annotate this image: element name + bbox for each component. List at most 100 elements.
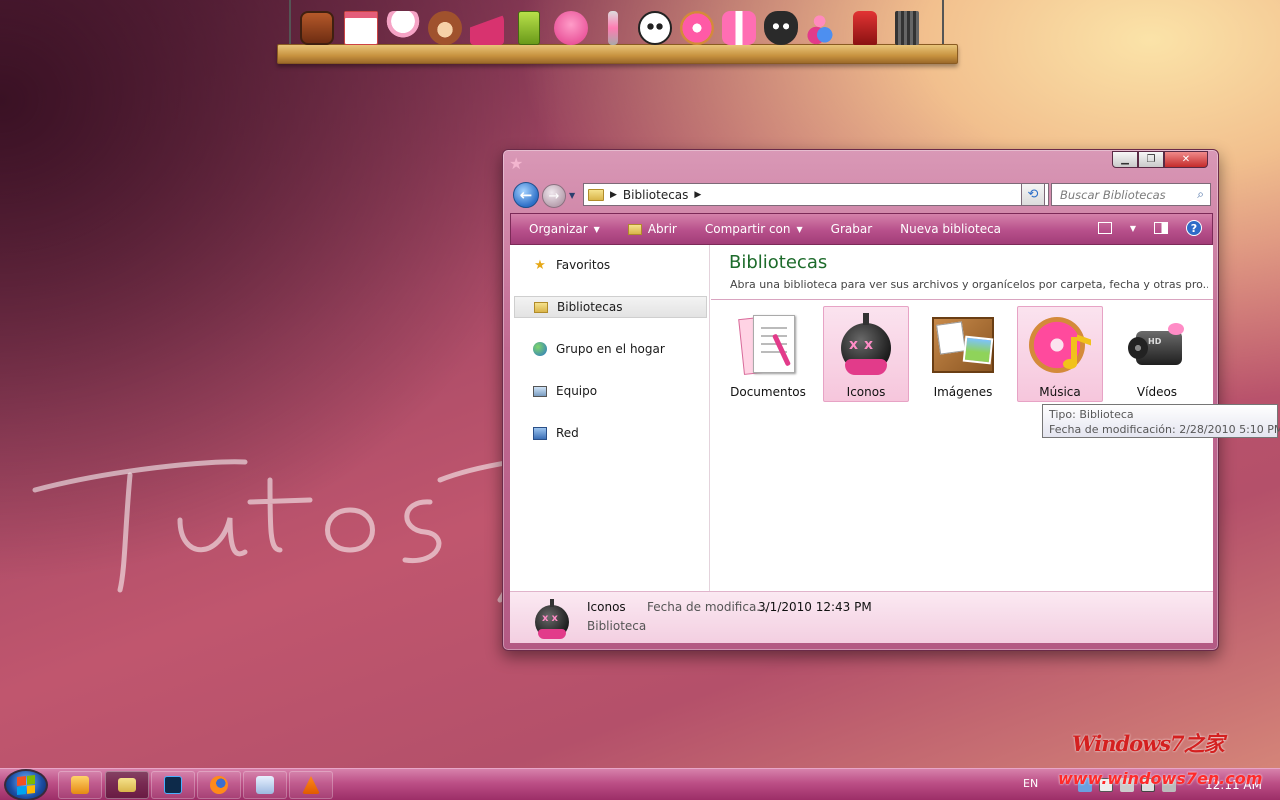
monkey-icon[interactable] xyxy=(425,8,465,48)
search-placeholder: Buscar Bibliotecas xyxy=(1060,188,1166,202)
pink-blob-icon[interactable] xyxy=(551,8,591,48)
camcorder-icon: HD xyxy=(1122,311,1192,381)
firefox-icon[interactable] xyxy=(197,771,241,799)
photoshop-icon[interactable] xyxy=(151,771,195,799)
caption-buttons: ▁ ❐ ✕ xyxy=(1112,151,1208,168)
caret-down-icon: ▼ xyxy=(796,224,803,234)
cat-icon[interactable] xyxy=(761,8,801,48)
tooltip-type: Tipo: Biblioteca xyxy=(1049,408,1134,421)
network-icon xyxy=(532,425,548,441)
breadcrumb-separator-icon: ▶ xyxy=(610,189,617,200)
burn-button[interactable]: Grabar xyxy=(817,214,887,244)
organize-button[interactable]: Organizar ▼ xyxy=(511,214,614,244)
homegroup-icon xyxy=(532,341,548,357)
language-indicator[interactable]: EN xyxy=(1023,777,1038,790)
panda-icon[interactable] xyxy=(635,8,675,48)
lava-lamp-icon[interactable] xyxy=(593,8,633,48)
tooltip-modified: Fecha de modificación: 2/28/2010 5:10 PM xyxy=(1049,423,1280,436)
trash-icon[interactable] xyxy=(887,8,927,48)
start-button[interactable] xyxy=(4,769,48,800)
vlc-icon[interactable] xyxy=(289,771,333,799)
view-dropdown-icon[interactable]: ▼ xyxy=(1130,224,1136,233)
bomb-icon: xx xyxy=(831,311,901,381)
tile-label: Documentos xyxy=(730,385,806,399)
window-star-icon: ★ xyxy=(509,154,524,173)
music-player-icon[interactable] xyxy=(509,8,549,48)
details-modified-label: Fecha de modifica... xyxy=(647,600,768,614)
computer-icon xyxy=(532,383,548,399)
branding-url: www.windows7en.com xyxy=(1058,769,1263,788)
share-label: Compartir con xyxy=(704,222,791,236)
navigation-bar: ← → ▼ ▶ Bibliotecas ▶ ▼ ⟲ Buscar Bibliot… xyxy=(511,181,1212,209)
donut-music-icon xyxy=(1025,311,1095,381)
library-tile-iconos[interactable]: xx Iconos xyxy=(823,306,909,402)
details-pane: xx Iconos Biblioteca Fecha de modifica..… xyxy=(510,591,1213,643)
details-modified-value: 3/1/2010 12:43 PM xyxy=(758,600,872,614)
chair-icon[interactable] xyxy=(845,8,885,48)
share-button[interactable]: Compartir con ▼ xyxy=(691,214,817,244)
library-tile-documentos[interactable]: Documentos xyxy=(725,306,811,402)
icecream-icon[interactable] xyxy=(383,8,423,48)
icon-dock-shelf xyxy=(277,0,958,66)
media-player-icon[interactable] xyxy=(58,771,102,799)
burn-label: Grabar xyxy=(830,222,873,236)
minimize-button[interactable]: ▁ xyxy=(1112,151,1138,168)
pictures-icon xyxy=(928,311,998,381)
maximize-button[interactable]: ❐ xyxy=(1138,151,1164,168)
refresh-button[interactable]: ⟲ xyxy=(1021,183,1045,206)
caret-down-icon: ▼ xyxy=(593,224,600,234)
documents-icon xyxy=(733,311,803,381)
tile-label: Música xyxy=(1039,385,1081,399)
breadcrumb-bibliotecas[interactable]: Bibliotecas xyxy=(623,188,688,202)
header-divider xyxy=(711,299,1213,300)
users-icon[interactable] xyxy=(803,8,843,48)
nav-item-label: Bibliotecas xyxy=(557,300,623,314)
tv-icon[interactable] xyxy=(297,8,337,48)
nav-item-favoritos[interactable]: ★ Favoritos xyxy=(514,254,707,276)
notepad-icon[interactable] xyxy=(243,771,287,799)
nav-item-equipo[interactable]: Equipo xyxy=(514,380,707,402)
library-tile-imagenes[interactable]: Imágenes xyxy=(920,306,1006,402)
explorer-icon[interactable] xyxy=(105,771,149,799)
new-library-button[interactable]: Nueva biblioteca xyxy=(886,214,1015,244)
windows7-logo: Windows7之家 xyxy=(1072,731,1225,756)
back-button[interactable]: ← xyxy=(513,182,539,208)
shelf-rope xyxy=(289,0,291,46)
forward-button[interactable]: → xyxy=(542,184,566,208)
shelf-rope xyxy=(942,0,944,46)
nav-item-bibliotecas[interactable]: Bibliotecas xyxy=(514,296,707,318)
nav-item-label: Red xyxy=(556,426,579,440)
details-name: Iconos xyxy=(587,600,626,614)
explorer-window: ★ ▁ ❐ ✕ ← → ▼ ▶ Bibliotecas ▶ ▼ ⟲ Buscar… xyxy=(502,149,1219,651)
toolbar-right: ▼ ? xyxy=(1097,220,1202,236)
tile-label: Imágenes xyxy=(933,385,993,399)
bomb-icon: xx xyxy=(532,599,574,641)
change-view-icon[interactable] xyxy=(1097,222,1112,234)
library-tooltip: Tipo: Biblioteca Fecha de modificación: … xyxy=(1042,404,1280,438)
preview-pane-icon[interactable] xyxy=(1154,222,1168,234)
donut-icon[interactable] xyxy=(677,8,717,48)
close-button[interactable]: ✕ xyxy=(1164,151,1208,168)
nav-item-red[interactable]: Red xyxy=(514,422,707,444)
nav-item-grupo-hogar[interactable]: Grupo en el hogar xyxy=(514,338,707,360)
library-tile-videos[interactable]: HD Vídeos xyxy=(1114,306,1200,402)
library-tile-musica[interactable]: Música xyxy=(1017,306,1103,402)
address-bar[interactable]: ▶ Bibliotecas ▶ ▼ xyxy=(583,183,1049,206)
breadcrumb-separator-icon: ▶ xyxy=(694,189,702,200)
gift-icon[interactable] xyxy=(719,8,759,48)
command-bar: Organizar ▼ Abrir Compartir con ▼ Grabar N… xyxy=(510,213,1213,245)
windows-flag-icon xyxy=(17,775,35,795)
new-library-label: Nueva biblioteca xyxy=(900,222,1002,236)
library-icon xyxy=(533,299,549,315)
sneaker-icon[interactable] xyxy=(467,8,507,48)
help-icon[interactable]: ? xyxy=(1186,220,1202,236)
open-label: Abrir xyxy=(647,222,677,236)
folder-icon xyxy=(588,188,604,201)
tile-label: Iconos xyxy=(846,385,886,399)
nav-item-label: Favoritos xyxy=(556,258,611,272)
notepad-icon[interactable] xyxy=(341,8,381,48)
search-icon[interactable]: ⌕ xyxy=(1197,187,1204,202)
recent-pages-dropdown[interactable]: ▼ xyxy=(569,191,575,200)
search-input[interactable]: Buscar Bibliotecas ⌕ xyxy=(1051,183,1211,206)
open-button[interactable]: Abrir xyxy=(614,214,691,244)
